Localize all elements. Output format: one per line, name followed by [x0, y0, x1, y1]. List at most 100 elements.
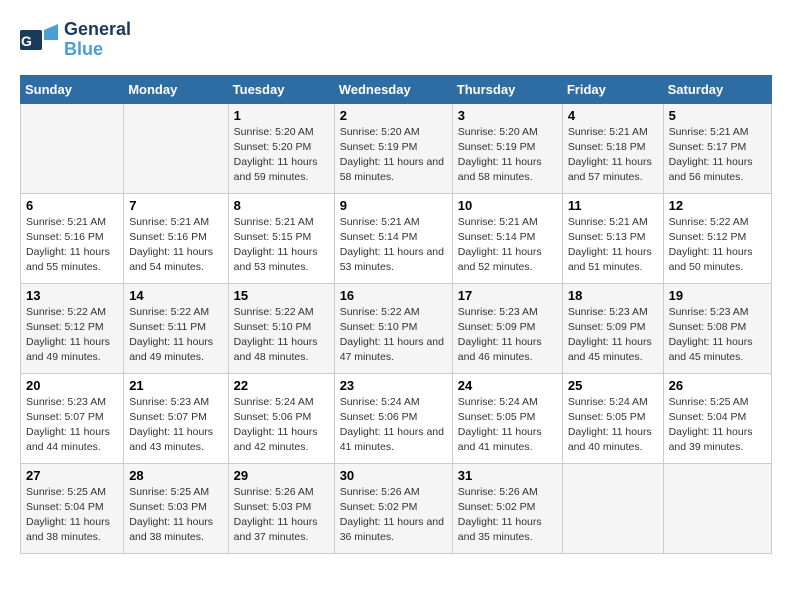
day-number: 14	[129, 288, 222, 303]
calendar-cell: 30 Sunrise: 5:26 AM Sunset: 5:02 PM Dayli…	[334, 463, 452, 553]
day-number: 6	[26, 198, 118, 213]
calendar-cell: 21 Sunrise: 5:23 AM Sunset: 5:07 PM Dayli…	[124, 373, 228, 463]
day-info: Sunrise: 5:20 AM Sunset: 5:20 PM Dayligh…	[234, 125, 329, 186]
calendar-cell	[21, 103, 124, 193]
day-number: 30	[340, 468, 447, 483]
calendar-cell: 3 Sunrise: 5:20 AM Sunset: 5:19 PM Daylig…	[452, 103, 562, 193]
calendar-cell: 2 Sunrise: 5:20 AM Sunset: 5:19 PM Daylig…	[334, 103, 452, 193]
day-number: 21	[129, 378, 222, 393]
day-info: Sunrise: 5:22 AM Sunset: 5:10 PM Dayligh…	[340, 305, 447, 366]
logo-icon: G	[20, 22, 60, 58]
day-number: 20	[26, 378, 118, 393]
column-header-wednesday: Wednesday	[334, 75, 452, 103]
day-info: Sunrise: 5:21 AM Sunset: 5:15 PM Dayligh…	[234, 215, 329, 276]
day-number: 13	[26, 288, 118, 303]
calendar-cell: 13 Sunrise: 5:22 AM Sunset: 5:12 PM Dayli…	[21, 283, 124, 373]
day-info: Sunrise: 5:25 AM Sunset: 5:04 PM Dayligh…	[669, 395, 766, 456]
day-number: 25	[568, 378, 658, 393]
calendar-cell: 1 Sunrise: 5:20 AM Sunset: 5:20 PM Daylig…	[228, 103, 334, 193]
calendar-row-1: 6 Sunrise: 5:21 AM Sunset: 5:16 PM Daylig…	[21, 193, 772, 283]
calendar-cell: 5Sunrise: 5:21 AM Sunset: 5:17 PM Daylig…	[663, 103, 771, 193]
calendar-row-4: 27 Sunrise: 5:25 AM Sunset: 5:04 PM Dayli…	[21, 463, 772, 553]
day-number: 8	[234, 198, 329, 213]
day-info: Sunrise: 5:23 AM Sunset: 5:09 PM Dayligh…	[568, 305, 658, 366]
calendar-cell: 24 Sunrise: 5:24 AM Sunset: 5:05 PM Dayli…	[452, 373, 562, 463]
day-info: Sunrise: 5:23 AM Sunset: 5:08 PM Dayligh…	[669, 305, 766, 366]
day-info: Sunrise: 5:25 AM Sunset: 5:04 PM Dayligh…	[26, 485, 118, 546]
day-number: 4	[568, 108, 658, 123]
day-info: Sunrise: 5:24 AM Sunset: 5:05 PM Dayligh…	[458, 395, 557, 456]
day-number: 19	[669, 288, 766, 303]
day-number: 10	[458, 198, 557, 213]
day-info: Sunrise: 5:25 AM Sunset: 5:03 PM Dayligh…	[129, 485, 222, 546]
svg-text:G: G	[21, 33, 32, 49]
page-header: G General Blue	[20, 20, 772, 60]
calendar-cell: 22Sunrise: 5:24 AM Sunset: 5:06 PM Dayli…	[228, 373, 334, 463]
day-number: 5	[669, 108, 766, 123]
column-header-sunday: Sunday	[21, 75, 124, 103]
calendar-cell: 9Sunrise: 5:21 AM Sunset: 5:14 PM Daylig…	[334, 193, 452, 283]
calendar-row-2: 13 Sunrise: 5:22 AM Sunset: 5:12 PM Dayli…	[21, 283, 772, 373]
calendar-row-3: 20 Sunrise: 5:23 AM Sunset: 5:07 PM Dayli…	[21, 373, 772, 463]
day-info: Sunrise: 5:21 AM Sunset: 5:18 PM Dayligh…	[568, 125, 658, 186]
day-number: 16	[340, 288, 447, 303]
day-info: Sunrise: 5:24 AM Sunset: 5:06 PM Dayligh…	[340, 395, 447, 456]
calendar-cell: 23 Sunrise: 5:24 AM Sunset: 5:06 PM Dayli…	[334, 373, 452, 463]
day-number: 1	[234, 108, 329, 123]
calendar-cell: 20Sunrise: 5:23 AM Sunset: 5:07 PM Dayli…	[21, 373, 124, 463]
calendar-cell: 28 Sunrise: 5:25 AM Sunset: 5:03 PM Dayli…	[124, 463, 228, 553]
calendar-cell	[663, 463, 771, 553]
day-info: Sunrise: 5:26 AM Sunset: 5:02 PM Dayligh…	[340, 485, 447, 546]
calendar-cell: 29Sunrise: 5:26 AM Sunset: 5:03 PM Dayli…	[228, 463, 334, 553]
calendar-cell: 18 Sunrise: 5:23 AM Sunset: 5:09 PM Dayli…	[562, 283, 663, 373]
day-number: 31	[458, 468, 557, 483]
column-header-tuesday: Tuesday	[228, 75, 334, 103]
calendar-cell: 7 Sunrise: 5:21 AM Sunset: 5:16 PM Daylig…	[124, 193, 228, 283]
calendar-cell: 10 Sunrise: 5:21 AM Sunset: 5:14 PM Dayli…	[452, 193, 562, 283]
day-number: 15	[234, 288, 329, 303]
calendar-table: SundayMondayTuesdayWednesdayThursdayFrid…	[20, 75, 772, 554]
calendar-cell	[124, 103, 228, 193]
day-info: Sunrise: 5:23 AM Sunset: 5:09 PM Dayligh…	[458, 305, 557, 366]
day-number: 23	[340, 378, 447, 393]
column-header-saturday: Saturday	[663, 75, 771, 103]
day-info: Sunrise: 5:21 AM Sunset: 5:16 PM Dayligh…	[129, 215, 222, 276]
calendar-header-row: SundayMondayTuesdayWednesdayThursdayFrid…	[21, 75, 772, 103]
day-info: Sunrise: 5:26 AM Sunset: 5:02 PM Dayligh…	[458, 485, 557, 546]
day-info: Sunrise: 5:22 AM Sunset: 5:12 PM Dayligh…	[26, 305, 118, 366]
day-info: Sunrise: 5:23 AM Sunset: 5:07 PM Dayligh…	[129, 395, 222, 456]
logo: G General Blue	[20, 20, 131, 60]
calendar-cell	[562, 463, 663, 553]
day-info: Sunrise: 5:21 AM Sunset: 5:13 PM Dayligh…	[568, 215, 658, 276]
day-info: Sunrise: 5:20 AM Sunset: 5:19 PM Dayligh…	[458, 125, 557, 186]
calendar-cell: 31 Sunrise: 5:26 AM Sunset: 5:02 PM Dayli…	[452, 463, 562, 553]
calendar-cell: 15Sunrise: 5:22 AM Sunset: 5:10 PM Dayli…	[228, 283, 334, 373]
day-number: 7	[129, 198, 222, 213]
day-number: 18	[568, 288, 658, 303]
day-number: 11	[568, 198, 658, 213]
day-info: Sunrise: 5:22 AM Sunset: 5:12 PM Dayligh…	[669, 215, 766, 276]
day-info: Sunrise: 5:24 AM Sunset: 5:05 PM Dayligh…	[568, 395, 658, 456]
calendar-cell: 26Sunrise: 5:25 AM Sunset: 5:04 PM Dayli…	[663, 373, 771, 463]
calendar-cell: 12Sunrise: 5:22 AM Sunset: 5:12 PM Dayli…	[663, 193, 771, 283]
calendar-cell: 6Sunrise: 5:21 AM Sunset: 5:16 PM Daylig…	[21, 193, 124, 283]
calendar-cell: 8 Sunrise: 5:21 AM Sunset: 5:15 PM Daylig…	[228, 193, 334, 283]
calendar-row-0: 1 Sunrise: 5:20 AM Sunset: 5:20 PM Daylig…	[21, 103, 772, 193]
logo-general: General	[64, 20, 131, 40]
day-info: Sunrise: 5:21 AM Sunset: 5:14 PM Dayligh…	[458, 215, 557, 276]
day-number: 22	[234, 378, 329, 393]
day-number: 24	[458, 378, 557, 393]
day-number: 29	[234, 468, 329, 483]
column-header-monday: Monday	[124, 75, 228, 103]
day-info: Sunrise: 5:20 AM Sunset: 5:19 PM Dayligh…	[340, 125, 447, 186]
calendar-cell: 4 Sunrise: 5:21 AM Sunset: 5:18 PM Daylig…	[562, 103, 663, 193]
day-number: 2	[340, 108, 447, 123]
calendar-cell: 27 Sunrise: 5:25 AM Sunset: 5:04 PM Dayli…	[21, 463, 124, 553]
day-number: 3	[458, 108, 557, 123]
calendar-cell: 19 Sunrise: 5:23 AM Sunset: 5:08 PM Dayli…	[663, 283, 771, 373]
calendar-cell: 14Sunrise: 5:22 AM Sunset: 5:11 PM Dayli…	[124, 283, 228, 373]
day-number: 28	[129, 468, 222, 483]
column-header-friday: Friday	[562, 75, 663, 103]
calendar-cell: 16 Sunrise: 5:22 AM Sunset: 5:10 PM Dayli…	[334, 283, 452, 373]
day-number: 27	[26, 468, 118, 483]
